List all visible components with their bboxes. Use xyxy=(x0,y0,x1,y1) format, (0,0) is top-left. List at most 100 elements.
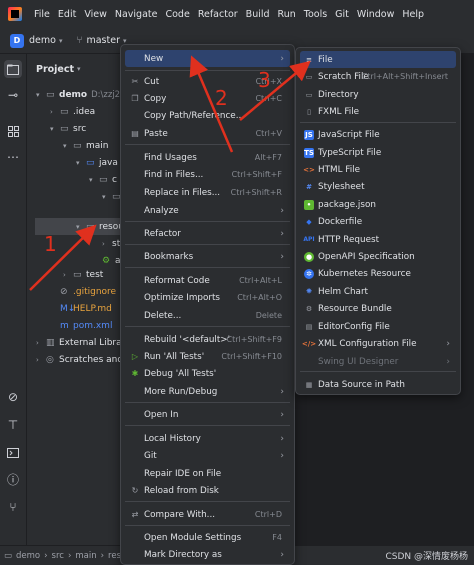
expand-arrow-icon[interactable]: › xyxy=(102,240,112,248)
menu-item-find-usages[interactable]: Find Usages Alt+F7 xyxy=(125,149,290,166)
menu-tools[interactable]: Tools xyxy=(300,9,331,20)
menu-help[interactable]: Help xyxy=(398,9,428,20)
menu-item-analyze[interactable]: Analyze › xyxy=(125,202,290,219)
build-tool-icon[interactable]: ⊤ xyxy=(4,416,22,434)
menu-edit[interactable]: Edit xyxy=(54,9,80,20)
menu-item-git[interactable]: Git › xyxy=(125,447,290,464)
menu-item-delete[interactable]: Delete... Delete xyxy=(125,307,290,324)
submenu-item-package-json[interactable]: • package.json xyxy=(300,196,456,213)
submenu-item-resource-bundle[interactable]: ⚙ Resource Bundle xyxy=(300,300,456,317)
expand-arrow-icon[interactable]: › xyxy=(36,339,46,347)
project-tool-icon[interactable] xyxy=(4,60,22,78)
chevron-down-icon[interactable]: ▾ xyxy=(59,37,63,45)
breadcrumb-item[interactable]: src xyxy=(52,551,64,561)
menu-item-bookmarks[interactable]: Bookmarks › xyxy=(125,248,290,265)
expand-arrow-icon[interactable]: ▾ xyxy=(89,176,99,184)
tree-row-static[interactable]: › st xyxy=(102,235,120,252)
submenu-item-openapi[interactable]: ● OpenAPI Specification xyxy=(300,248,456,265)
project-selector[interactable]: demo xyxy=(29,35,56,46)
tree-row-test[interactable]: › ▭ test xyxy=(63,266,103,283)
breadcrumb-item[interactable]: demo xyxy=(16,551,40,561)
git-branch-icon[interactable]: ⑂ xyxy=(76,35,82,46)
tree-row-pom[interactable]: m pom.xml xyxy=(50,317,112,334)
menu-item-compare-with[interactable]: ⇄ Compare With... Ctrl+D xyxy=(125,506,290,523)
breadcrumb-item[interactable]: main xyxy=(75,551,96,561)
menu-code[interactable]: Code xyxy=(161,9,193,20)
submenu-item-javascript-file[interactable]: JS JavaScript File xyxy=(300,126,456,143)
submenu-item-html-file[interactable]: <> HTML File xyxy=(300,161,456,178)
commit-tool-icon[interactable]: ⊸ xyxy=(4,86,22,104)
submenu-item-editorconfig[interactable]: ▤ EditorConfig File xyxy=(300,318,456,335)
branch-selector[interactable]: master xyxy=(86,35,120,46)
menu-item-mark-directory-as[interactable]: Mark Directory as › xyxy=(125,546,290,563)
menu-item-local-history[interactable]: Local History › xyxy=(125,430,290,447)
menu-refactor[interactable]: Refactor xyxy=(194,9,242,20)
tree-row-gitignore[interactable]: ⊘ .gitignore xyxy=(50,283,116,300)
menu-item-reload-from-disk[interactable]: ↻ Reload from Disk xyxy=(125,482,290,499)
menu-window[interactable]: Window xyxy=(353,9,398,20)
tree-row-properties[interactable]: ⚙ a xyxy=(102,252,121,269)
expand-arrow-icon[interactable]: ▾ xyxy=(102,193,112,201)
menu-item-copy-path[interactable]: Copy Path/Reference... xyxy=(125,107,290,124)
tree-row-help[interactable]: M↓ HELP.md xyxy=(50,300,112,317)
expand-arrow-icon[interactable]: ▾ xyxy=(50,125,60,133)
menu-git[interactable]: Git xyxy=(331,9,353,20)
submenu-item-typescript-file[interactable]: TS TypeScript File xyxy=(300,144,456,161)
submenu-item-file[interactable]: ≡ File xyxy=(300,51,456,68)
git-tool-icon[interactable]: ⑂ xyxy=(4,498,22,516)
menu-item-rebuild[interactable]: Rebuild '<default>' Ctrl+Shift+F9 xyxy=(125,331,290,348)
menu-item-debug-all-tests[interactable]: ✱ Debug 'All Tests' xyxy=(125,365,290,382)
expand-arrow-icon[interactable]: ▾ xyxy=(76,159,86,167)
menu-navigate[interactable]: Navigate xyxy=(111,9,162,20)
tree-row-src[interactable]: ▾ ▭ src xyxy=(50,120,86,137)
tree-row-package[interactable]: ▾ ▭ c xyxy=(89,171,117,188)
menu-item-open-module-settings[interactable]: Open Module Settings F4 xyxy=(125,529,290,546)
menu-item-more-run-debug[interactable]: More Run/Debug › xyxy=(125,383,290,400)
intellij-logo-icon[interactable] xyxy=(8,7,22,21)
menu-item-copy[interactable]: ❐ Copy Ctrl+C xyxy=(125,90,290,107)
submenu-item-scratch-file[interactable]: ▭ Scratch File Ctrl+Alt+Shift+Insert xyxy=(300,68,456,85)
services-tool-icon[interactable]: ⊘ xyxy=(4,388,22,406)
menu-item-new[interactable]: New › xyxy=(125,50,290,67)
panel-title[interactable]: Project xyxy=(36,64,74,75)
menu-item-paste[interactable]: ▤ Paste Ctrl+V xyxy=(125,125,290,142)
menu-item-find-in-files[interactable]: Find in Files... Ctrl+Shift+F xyxy=(125,166,290,183)
submenu-item-data-source-in-path[interactable]: ▦ Data Source in Path xyxy=(300,376,456,393)
tree-row-idea[interactable]: › ▭ .idea xyxy=(50,103,95,120)
expand-arrow-icon[interactable]: ▾ xyxy=(36,91,46,99)
project-badge[interactable]: D xyxy=(10,33,24,48)
submenu-item-http-request[interactable]: API HTTP Request xyxy=(300,231,456,248)
expand-arrow-icon[interactable]: › xyxy=(50,108,60,116)
menu-item-refactor[interactable]: Refactor › xyxy=(125,225,290,242)
submenu-item-kubernetes[interactable]: ✲ Kubernetes Resource xyxy=(300,265,456,282)
chevron-down-icon[interactable]: ▾ xyxy=(77,65,81,73)
expand-arrow-icon[interactable]: › xyxy=(63,271,73,279)
expand-arrow-icon[interactable]: ▾ xyxy=(63,142,73,150)
menu-build[interactable]: Build xyxy=(242,9,274,20)
tree-row-main[interactable]: ▾ ▭ main xyxy=(63,137,109,154)
tree-row-java[interactable]: ▾ ▭ java xyxy=(76,154,118,171)
structure-tool-icon[interactable] xyxy=(4,122,22,140)
terminal-tool-icon[interactable] xyxy=(4,444,22,462)
menu-run[interactable]: Run xyxy=(274,9,300,20)
expand-arrow-icon[interactable]: ▾ xyxy=(76,223,86,231)
menu-item-open-in[interactable]: Open In › xyxy=(125,406,290,423)
menu-item-run-all-tests[interactable]: ▷ Run 'All Tests' Ctrl+Shift+F10 xyxy=(125,348,290,365)
submenu-item-stylesheet[interactable]: # Stylesheet xyxy=(300,178,456,195)
submenu-item-xml-configuration[interactable]: </> XML Configuration File › xyxy=(300,335,456,352)
expand-arrow-icon[interactable]: › xyxy=(36,356,46,364)
menu-view[interactable]: View xyxy=(80,9,111,20)
menu-item-repair-ide[interactable]: Repair IDE on File xyxy=(125,465,290,482)
submenu-item-fxml-file[interactable]: ▯ FXML File xyxy=(300,103,456,120)
problems-tool-icon[interactable]: ⓘ xyxy=(4,470,22,488)
menu-file[interactable]: File xyxy=(30,9,54,20)
submenu-item-helm-chart[interactable]: ⎈ Helm Chart xyxy=(300,283,456,300)
submenu-item-directory[interactable]: ▭ Directory xyxy=(300,86,456,103)
menu-item-optimize-imports[interactable]: Optimize Imports Ctrl+Alt+O xyxy=(125,289,290,306)
tree-row-resources[interactable]: ▾ ▭ resou xyxy=(76,218,124,235)
more-tools-icon[interactable]: ⋯ xyxy=(4,148,22,166)
submenu-item-dockerfile[interactable]: ◆ Dockerfile xyxy=(300,213,456,230)
tree-row-demo[interactable]: ▾ ▭ demo D:\zzj240 xyxy=(36,86,131,103)
menu-item-reformat-code[interactable]: Reformat Code Ctrl+Alt+L xyxy=(125,272,290,289)
menu-item-replace-in-files[interactable]: Replace in Files... Ctrl+Shift+R xyxy=(125,184,290,201)
